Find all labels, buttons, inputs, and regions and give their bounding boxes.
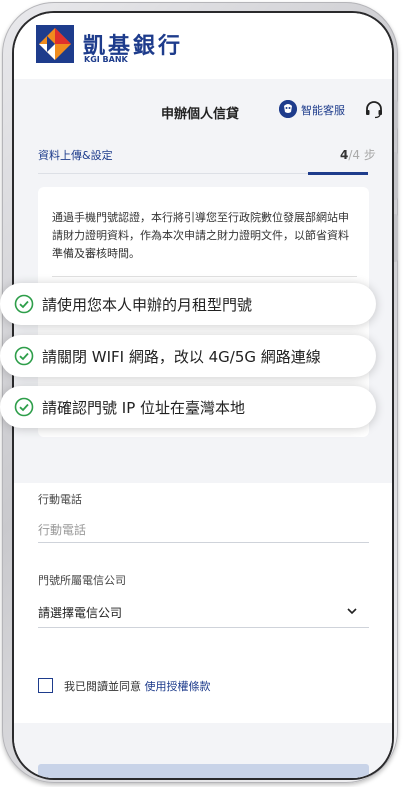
agree-text: 我已閱讀並同意 使用授權條款 <box>64 678 211 694</box>
phone-side-button <box>393 100 398 130</box>
requirement-text: 請確認門號 IP 位址在臺灣本地 <box>42 399 246 417</box>
phone-side-button <box>393 214 398 262</box>
phone-input[interactable] <box>38 518 369 543</box>
agree-checkbox[interactable] <box>38 678 53 693</box>
app-header: 凱基銀行 KGI BANK <box>14 13 392 79</box>
terms-link[interactable]: 使用授權條款 <box>145 680 211 693</box>
check-circle-icon <box>14 346 34 366</box>
agree-label: 我已閱讀並同意 <box>64 680 145 693</box>
step-progress <box>308 172 368 175</box>
phone-side-button <box>393 152 398 200</box>
requirement-item: 請關閉 WIFI 網路，改以 4G/5G 網路連線 <box>0 335 376 377</box>
requirement-text: 請關閉 WIFI 網路，改以 4G/5G 網路連線 <box>42 348 321 366</box>
chat-bot-icon[interactable] <box>279 100 297 118</box>
step-counter: 4/4 步 <box>340 146 376 163</box>
notice-text: 通過手機門號認證，本行將引導您至行政院數位發展部網站申請財力證明資料，作為本次申… <box>52 211 349 260</box>
requirement-text: 請使用您本人申辦的月租型門號 <box>42 296 253 314</box>
carrier-select[interactable]: 請選擇電信公司 <box>38 599 369 628</box>
smart-service-link[interactable]: 智能客服 <box>301 102 345 118</box>
brand-name-en: KGI BANK <box>84 55 128 64</box>
next-button[interactable] <box>38 764 369 778</box>
carrier-label: 門號所屬電信公司 <box>38 574 126 587</box>
carrier-select-value: 請選擇電信公司 <box>38 606 123 620</box>
headset-icon[interactable] <box>364 99 384 119</box>
phone-label: 行動電話 <box>38 493 82 506</box>
divider <box>52 276 357 277</box>
check-circle-icon <box>14 294 34 314</box>
check-circle-icon <box>14 397 34 417</box>
requirement-item: 請確認門號 IP 位址在臺灣本地 <box>0 386 376 428</box>
step-total: /4 步 <box>348 148 376 162</box>
chevron-down-icon <box>347 608 357 615</box>
step-label: 資料上傳&設定 <box>38 149 113 162</box>
requirement-item: 請使用您本人申辦的月租型門號 <box>0 283 376 325</box>
kgi-logo-icon[interactable] <box>36 25 74 63</box>
